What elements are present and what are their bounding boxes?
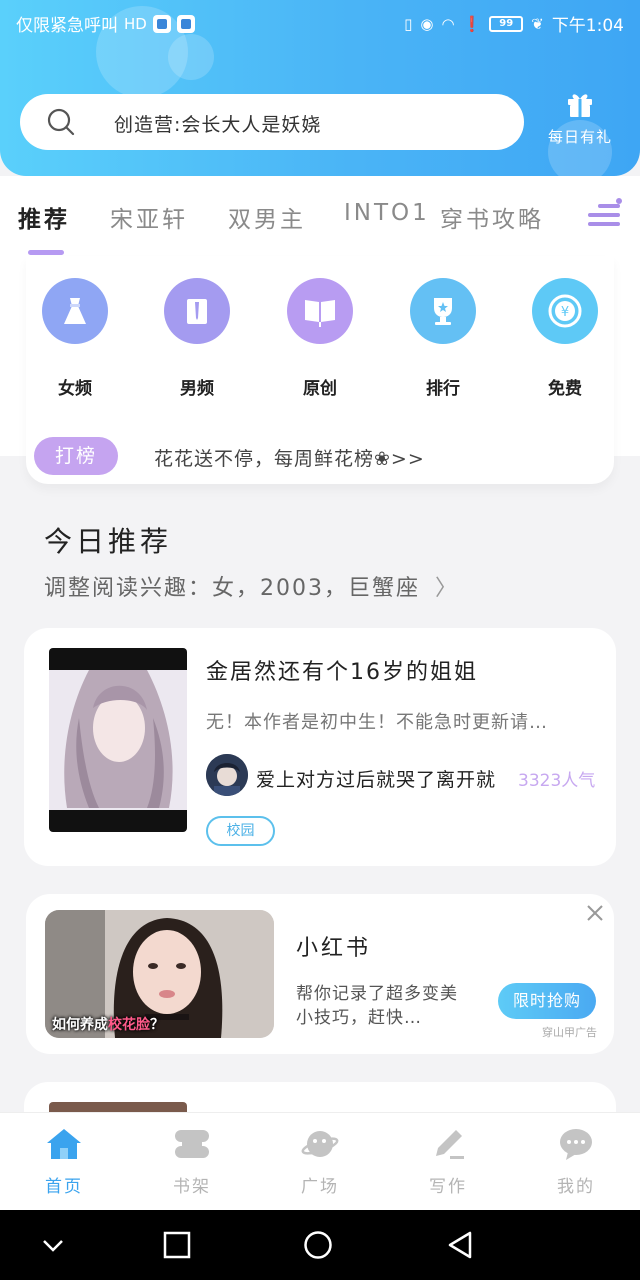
close-icon[interactable]: [584, 902, 606, 924]
planet-icon: [301, 1131, 339, 1157]
dress-icon: [42, 278, 108, 344]
back-icon[interactable]: [446, 1230, 476, 1260]
tab-double-male[interactable]: 双男主: [228, 200, 306, 234]
category-male[interactable]: 男频: [157, 278, 237, 399]
ad-source-label: 穿山甲广告: [542, 1026, 597, 1039]
eye-icon: ◉: [420, 14, 434, 33]
home-circle-icon[interactable]: [303, 1230, 333, 1260]
book-cover-art: [49, 670, 187, 810]
leaf-icon: ❦: [531, 14, 544, 33]
category-free[interactable]: ¥ 免费: [525, 278, 605, 399]
alert-icon: ❗: [462, 14, 482, 33]
status-bar: 仅限紧急呼叫 HD ▯ ◉ ◠ ❗ 99 ❦ 下午1:04: [0, 0, 640, 44]
author-avatar[interactable]: [206, 754, 248, 796]
nav-mine[interactable]: 我的: [536, 1126, 616, 1197]
category-label: 免费: [548, 379, 582, 399]
caption-suffix: ？: [150, 1017, 164, 1033]
pen-icon: [436, 1130, 464, 1159]
recent-apps-icon[interactable]: [162, 1230, 192, 1260]
tab-into1[interactable]: INTO1: [344, 200, 430, 226]
shield-badge-icon: [152, 14, 171, 33]
vibrate-icon: ▯: [404, 14, 413, 33]
genre-tag[interactable]: 校园: [206, 816, 275, 846]
section-title: 今日推荐: [44, 525, 173, 558]
nav-label: 写作: [429, 1177, 467, 1197]
tab-recommend[interactable]: 推荐: [18, 200, 70, 234]
search-bar[interactable]: 创造营:会长大人是妖娆: [20, 94, 524, 150]
shirt-icon: [164, 278, 230, 344]
nav-label: 我的: [557, 1177, 595, 1197]
book-title[interactable]: 金居然还有个16岁的姐姐: [206, 654, 478, 686]
menu-icon[interactable]: [588, 198, 622, 232]
popularity-count: 3323人气: [518, 771, 596, 791]
tab-transmigration[interactable]: 穿书攻略: [440, 200, 544, 234]
caption-prefix: 如何养成: [52, 1017, 108, 1033]
ranking-banner-text[interactable]: 花花送不停，每周鲜花榜❀>>: [154, 444, 425, 471]
category-label: 排行: [426, 379, 460, 399]
chevron-right-icon: 〉: [435, 576, 460, 601]
category-tabs: 推荐 宋亚轩 双男主 INTO1 穿书攻略: [0, 196, 640, 244]
ad-description: 帮你记录了超多变美小技巧，赶快…: [296, 984, 458, 1028]
coin-icon: ¥: [532, 278, 598, 344]
bookshelf-icon: [175, 1130, 209, 1158]
paw-badge-icon: [176, 14, 195, 33]
nav-label: 书架: [173, 1177, 211, 1197]
category-label: 女频: [58, 379, 92, 399]
chevron-down-icon[interactable]: [38, 1230, 68, 1260]
battery-icon: 99: [489, 15, 524, 32]
nav-label: 首页: [45, 1177, 83, 1197]
trophy-icon: [410, 278, 476, 344]
ad-image-caption: 如何养成校花脸？: [52, 1014, 164, 1034]
home-icon: [47, 1129, 81, 1159]
reading-interest-link[interactable]: 调整阅读兴趣：女，2003，巨蟹座 〉: [44, 570, 459, 602]
nav-bookshelf[interactable]: 书架: [152, 1126, 232, 1197]
category-female[interactable]: 女频: [35, 278, 115, 399]
daily-gift-button[interactable]: 每日有礼: [540, 90, 620, 160]
daily-gift-label: 每日有礼: [547, 128, 612, 146]
chat-bubble-icon: [560, 1129, 592, 1160]
nav-writing[interactable]: 写作: [408, 1126, 488, 1197]
nav-square[interactable]: 广场: [280, 1126, 360, 1197]
category-label: 原创: [303, 379, 337, 399]
ad-cta-button[interactable]: 限时抢购: [498, 983, 596, 1019]
category-label: 男频: [180, 379, 214, 399]
author-name: 爱上对方过后就哭了离开就: [256, 769, 497, 791]
ad-title[interactable]: 小红书: [296, 930, 371, 962]
caption-highlight: 校花脸: [108, 1017, 150, 1033]
book-description: 无！本作者是初中生！不能急时更新请…: [206, 712, 548, 733]
active-tab-indicator: [28, 250, 64, 255]
gift-icon: [568, 94, 592, 117]
nav-label: 广场: [301, 1177, 339, 1197]
category-ranking[interactable]: 排行: [403, 278, 483, 399]
clock: 下午1:04: [551, 16, 624, 36]
ranking-tag[interactable]: 打榜: [34, 437, 118, 475]
search-placeholder: 创造营:会长大人是妖娆: [114, 114, 322, 136]
system-nav-bar: [0, 1210, 640, 1280]
carrier-text: 仅限紧急呼叫: [16, 16, 118, 36]
wifi-icon: ◠: [441, 14, 455, 33]
tab-song-yaxuan[interactable]: 宋亚轩: [110, 200, 188, 234]
book-cover[interactable]: [49, 648, 187, 832]
nav-home[interactable]: 首页: [24, 1126, 104, 1197]
search-icon: [47, 108, 75, 136]
book-icon: [287, 278, 353, 344]
svg-text:¥: ¥: [561, 305, 569, 320]
category-original[interactable]: 原创: [280, 278, 360, 399]
reading-interest-text: 调整阅读兴趣：女，2003，巨蟹座: [44, 576, 420, 601]
hd-label: HD: [124, 14, 147, 33]
